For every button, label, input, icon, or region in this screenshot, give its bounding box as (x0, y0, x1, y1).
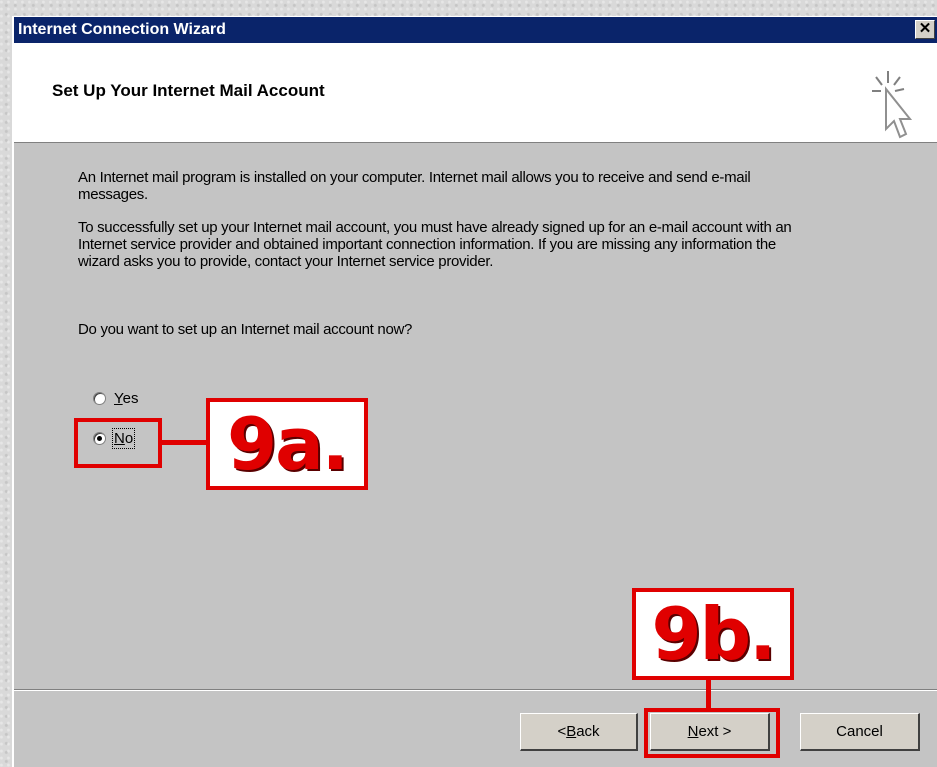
annotation-highlight-no (74, 418, 162, 468)
cancel-button[interactable]: Cancel (800, 713, 920, 751)
radio-yes-circle[interactable] (93, 392, 106, 405)
window-title: Internet Connection Wizard (18, 21, 226, 38)
annotation-label-9b: 9b. (632, 588, 794, 680)
annotation-connector-b (706, 680, 711, 710)
close-button[interactable]: ✕ (915, 20, 935, 39)
title-bar[interactable]: Internet Connection Wizard ✕ (14, 17, 937, 43)
wizard-cursor-icon (872, 71, 913, 139)
radio-yes-label[interactable]: Yes (114, 390, 138, 407)
question-text: Do you want to set up an Internet mail a… (78, 321, 413, 338)
annotation-label-9a: 9a. (206, 398, 368, 490)
back-button[interactable]: < Back (520, 713, 638, 751)
close-icon: ✕ (918, 20, 932, 37)
annotation-connector-a (162, 440, 210, 445)
footer-separator (14, 689, 937, 691)
wizard-header: Set Up Your Internet Mail Account (14, 43, 937, 143)
annotation-highlight-next (644, 708, 780, 758)
instructions-paragraph: To successfully set up your Internet mai… (78, 219, 792, 270)
radio-yes[interactable]: Yes (93, 390, 138, 407)
wizard-window: Internet Connection Wizard ✕ Set Up Your… (12, 16, 937, 767)
page-title: Set Up Your Internet Mail Account (52, 81, 325, 100)
intro-paragraph: An Internet mail program is installed on… (78, 169, 751, 203)
